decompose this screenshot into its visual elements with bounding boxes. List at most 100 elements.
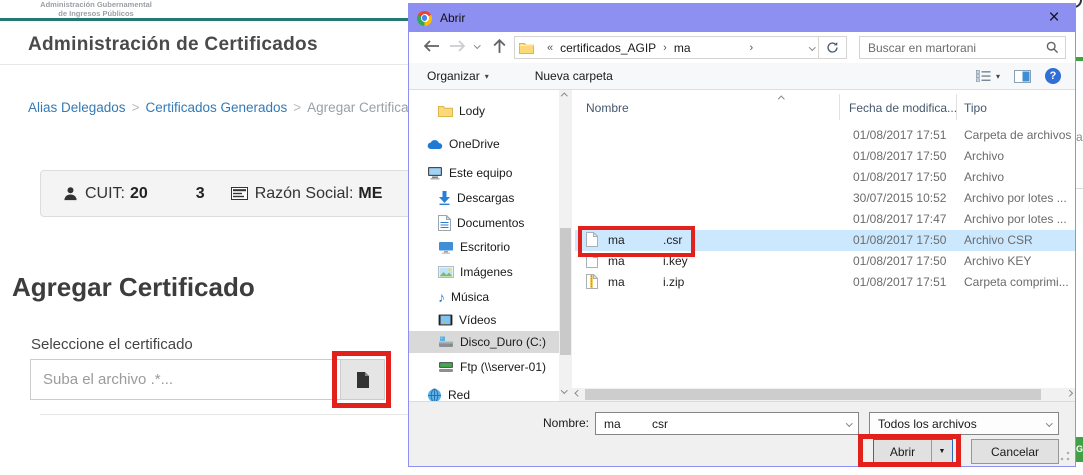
address-dropdown-chevron-icon[interactable] bbox=[809, 44, 815, 50]
razon-social-value: ME bbox=[358, 185, 382, 203]
person-icon bbox=[63, 186, 78, 201]
logo-fragment bbox=[1076, 0, 1082, 8]
filename-combobox[interactable]: ma csr bbox=[595, 412, 859, 435]
green-line-fragment bbox=[1076, 57, 1083, 61]
hard-drive-icon bbox=[438, 336, 454, 348]
breadcrumb-link-certificados-generados[interactable]: Certificados Generados bbox=[145, 100, 287, 115]
horizontal-scrollbar-thumb[interactable] bbox=[585, 389, 1041, 400]
header-accent-line bbox=[0, 18, 410, 21]
page-right-edge-strip: a G bbox=[1076, 0, 1083, 475]
header-divider bbox=[0, 64, 408, 65]
dialog-titlebar[interactable]: Abrir bbox=[409, 4, 1075, 32]
filename-value-ext: csr bbox=[652, 417, 668, 431]
sidebar-item-lody[interactable]: Lody bbox=[409, 100, 559, 122]
sidebar-item-red[interactable]: Red bbox=[409, 384, 559, 401]
search-icon[interactable] bbox=[1046, 41, 1059, 54]
sidebar-item-imagenes[interactable]: Imágenes bbox=[409, 261, 559, 283]
sidebar-item-videos[interactable]: Vídeos bbox=[409, 309, 559, 331]
folder-icon bbox=[519, 42, 534, 54]
razon-social-label: Razón Social: bbox=[255, 185, 354, 203]
filetype-dropdown-chevron-icon[interactable] bbox=[1046, 420, 1052, 426]
computer-icon bbox=[427, 166, 443, 180]
up-icon[interactable] bbox=[493, 38, 506, 54]
address-crumb-root[interactable]: certificados_AGIP bbox=[560, 41, 656, 55]
green-badge-fragment: G bbox=[1076, 437, 1083, 462]
sidebar-item-documentos[interactable]: Documentos bbox=[409, 212, 559, 234]
address-crumb-folder[interactable]: ma bbox=[674, 41, 691, 55]
forward-icon[interactable] bbox=[449, 40, 466, 52]
form-divider bbox=[40, 414, 408, 415]
dialog-title: Abrir bbox=[440, 11, 465, 25]
sidebar-scrollbar-thumb[interactable] bbox=[560, 228, 571, 355]
sidebar-item-descargas[interactable]: Descargas bbox=[409, 187, 559, 209]
document-icon bbox=[438, 215, 451, 231]
dialog-toolbar: Organizar ▾ Nueva carpeta ▾ ? bbox=[409, 63, 1075, 90]
refresh-button[interactable] bbox=[819, 36, 847, 59]
file-row[interactable]: ma i.zip 01/08/2017 17:51 Carpeta compri… bbox=[572, 272, 1075, 293]
new-folder-button[interactable]: Nueva carpeta bbox=[535, 69, 613, 83]
filetype-combobox[interactable]: Todos los archivos bbox=[869, 412, 1059, 435]
address-separator[interactable]: › bbox=[663, 42, 667, 54]
breadcrumb-separator: > bbox=[293, 100, 301, 115]
back-icon[interactable] bbox=[423, 40, 440, 52]
sidebar-item-onedrive[interactable]: OneDrive bbox=[409, 133, 559, 155]
column-header-fecha[interactable]: Fecha de modifica... bbox=[849, 101, 957, 115]
scroll-right-icon[interactable] bbox=[1066, 390, 1072, 396]
filetype-value: Todos los archivos bbox=[878, 417, 977, 431]
breadcrumb-link-alias-delegados[interactable]: Alias Delegados bbox=[28, 100, 126, 115]
resize-grip[interactable] bbox=[1059, 450, 1071, 462]
help-icon[interactable]: ? bbox=[1045, 68, 1061, 84]
dialog-content: Lody OneDrive Este equipo Descargas Docu… bbox=[409, 90, 1075, 401]
file-row[interactable]: 01/08/2017 17:51 Carpeta de archivos bbox=[572, 125, 1075, 146]
sidebar-item-ftp[interactable]: Ftp (\\server-01) bbox=[409, 356, 559, 378]
divider-fragment bbox=[1076, 188, 1083, 189]
sort-ascending-icon bbox=[778, 96, 784, 102]
column-divider[interactable] bbox=[839, 94, 840, 120]
sidebar-item-este-equipo[interactable]: Este equipo bbox=[409, 162, 559, 184]
sidebar-item-disco-duro[interactable]: Disco_Duro (C:) bbox=[409, 331, 559, 353]
address-prefix[interactable]: « bbox=[547, 42, 553, 54]
downloads-arrow-icon bbox=[438, 191, 451, 205]
cuit-value-end: 3 bbox=[196, 185, 205, 203]
column-header-tipo[interactable]: Tipo bbox=[964, 101, 987, 115]
address-bar[interactable]: « certificados_AGIP › ma › bbox=[514, 36, 819, 59]
breadcrumb: Alias Delegados > Certificados Generados > A… bbox=[28, 100, 423, 115]
sidebar-item-escritorio[interactable]: Escritorio bbox=[409, 236, 559, 258]
file-row[interactable]: 01/08/2017 17:50 Archivo bbox=[572, 146, 1075, 167]
annotation-box-browse-button bbox=[332, 351, 391, 408]
refresh-icon bbox=[826, 41, 839, 54]
address-separator[interactable]: › bbox=[750, 42, 754, 54]
details-view-icon bbox=[976, 70, 991, 82]
organize-dropdown-icon: ▾ bbox=[485, 72, 489, 81]
column-divider[interactable] bbox=[956, 94, 957, 120]
cancel-button[interactable]: Cancelar bbox=[971, 439, 1059, 464]
network-globe-icon bbox=[427, 388, 442, 402]
column-header-nombre[interactable]: Nombre bbox=[586, 101, 629, 115]
section-title: Agregar Certificado bbox=[12, 272, 255, 303]
annotation-box-selected-file bbox=[578, 226, 695, 257]
certificate-file-input[interactable] bbox=[30, 359, 341, 400]
breadcrumb-current: Agregar Certificado bbox=[307, 100, 423, 115]
music-note-icon: ♪ bbox=[438, 290, 445, 304]
view-mode-button[interactable]: ▾ bbox=[976, 70, 1000, 82]
breadcrumb-separator: > bbox=[132, 100, 140, 115]
search-input[interactable] bbox=[860, 37, 1065, 58]
network-drive-icon bbox=[438, 361, 454, 373]
view-mode-chevron-icon: ▾ bbox=[996, 72, 1000, 81]
scroll-left-icon[interactable] bbox=[575, 390, 581, 396]
organize-button[interactable]: Organizar ▾ bbox=[427, 69, 489, 83]
file-row[interactable]: 30/07/2015 10:52 Archivo por lotes ... bbox=[572, 188, 1075, 209]
list-horizontal-scrollbar[interactable] bbox=[572, 388, 1075, 401]
videos-icon bbox=[438, 314, 453, 326]
page-title: Administración de Certificados bbox=[28, 34, 318, 56]
open-file-dialog: Abrir × « certificados_AGIP › ma › Organ… bbox=[408, 3, 1076, 467]
text-fragment: a bbox=[1076, 130, 1083, 144]
chrome-icon bbox=[417, 11, 432, 26]
preview-pane-button[interactable] bbox=[1014, 70, 1031, 83]
file-row[interactable]: 01/08/2017 17:50 Archivo bbox=[572, 167, 1075, 188]
sidebar-item-musica[interactable]: ♪ Música bbox=[409, 286, 559, 308]
filename-dropdown-chevron-icon[interactable] bbox=[846, 420, 852, 426]
search-box bbox=[859, 36, 1066, 59]
preview-pane-icon bbox=[1014, 70, 1031, 83]
close-icon[interactable]: × bbox=[1033, 4, 1075, 32]
